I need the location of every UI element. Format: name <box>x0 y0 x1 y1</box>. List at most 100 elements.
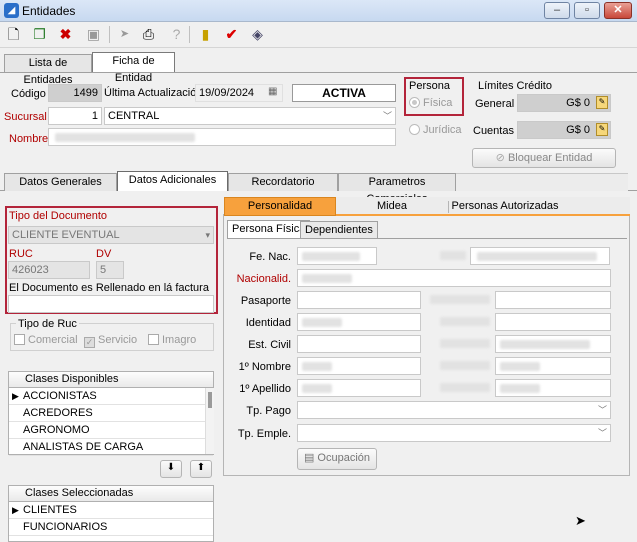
tipo-documento-select[interactable]: CLIENTE EVENTUAL ▾ <box>8 226 214 244</box>
print-icon[interactable]: ⎙ <box>138 24 159 45</box>
chevron-down-icon: ﹀ <box>597 405 607 415</box>
check-icon[interactable]: ✔ <box>221 24 242 45</box>
tab-lista-entidades[interactable]: Lista de Entidades <box>4 54 92 86</box>
tp-pago-label: Tp. Pago <box>246 405 291 417</box>
redacted-field[interactable] <box>470 247 610 265</box>
tab-datos-generales[interactable]: Datos Generales <box>4 173 117 191</box>
ocupacion-button[interactable]: ▤ Ocupación <box>297 448 377 470</box>
redacted-label <box>440 383 490 392</box>
mouse-cursor-icon: ➤ <box>575 513 586 528</box>
scrollbar[interactable] <box>205 388 214 454</box>
sucursal-number-field[interactable]: 1 <box>48 107 102 125</box>
chevron-down-icon: ﹀ <box>382 111 392 121</box>
edit-icon[interactable]: ✎ <box>596 96 608 109</box>
calendar-icon[interactable]: ▦ <box>268 86 277 97</box>
block-icon: ⊘ <box>495 152 508 164</box>
persona-fisica-radio[interactable]: Física <box>409 97 452 109</box>
nombre-field[interactable] <box>48 128 396 146</box>
checkbox-icon <box>148 334 159 345</box>
tp-pago-select[interactable]: ﹀ <box>297 401 611 419</box>
est-civil-select[interactable] <box>297 335 421 353</box>
list-item-label: ACREDORES <box>23 407 93 419</box>
bloquear-entidad-button[interactable]: ⊘ Bloquear Entidad <box>472 148 616 168</box>
tab-recordatorio[interactable]: Recordatorio <box>228 173 338 191</box>
tab-strip-filler <box>456 173 628 191</box>
redacted-field[interactable] <box>495 313 611 331</box>
save-icon[interactable]: ▣ <box>83 24 104 45</box>
redacted-field[interactable] <box>495 357 611 375</box>
minimize-button[interactable]: – <box>544 2 570 19</box>
est-civil-label: Est. Civil <box>248 339 291 351</box>
primer-nombre-field[interactable] <box>297 357 421 375</box>
nacionalid-label: Nacionalid. <box>236 273 291 285</box>
tab-personalidad[interactable]: Personalidad <box>224 197 336 216</box>
redacted-select[interactable] <box>495 335 611 353</box>
identidad-field[interactable] <box>297 313 421 331</box>
sucursal-select-value: CENTRAL <box>108 110 160 122</box>
list-item[interactable]: AGRONOMO <box>9 422 213 439</box>
edit-icon[interactable]: ✎ <box>596 123 608 136</box>
toolbar-separator <box>189 26 190 43</box>
help-icon[interactable]: ? <box>166 24 187 45</box>
codigo-field[interactable]: 1499 <box>48 84 102 102</box>
redacted-text <box>302 384 332 393</box>
servicio-label: Servicio <box>98 334 138 346</box>
tab-dependientes[interactable]: Dependientes <box>300 221 378 239</box>
rellenado-field[interactable] <box>8 295 214 313</box>
sucursal-select[interactable]: CENTRAL ﹀ <box>104 107 396 125</box>
scrollbar-thumb[interactable] <box>208 392 212 408</box>
tab-persona-fisica[interactable]: Persona Física <box>227 220 311 238</box>
radio-icon <box>409 97 420 108</box>
imagro-checkbox[interactable]: Imagro <box>148 334 196 346</box>
persona-juridica-label: Jurídica <box>423 124 462 136</box>
tab-midea[interactable]: Midea <box>336 200 448 212</box>
clases-seleccionadas-header: Clases Seleccionadas <box>9 486 213 502</box>
arrow-icon[interactable]: ➤ <box>114 24 135 45</box>
sucursal-label: Sucursal <box>4 111 47 123</box>
clases-disponibles-header: Clases Disponibles <box>9 372 213 388</box>
add-clase-button[interactable]: ⬇ <box>160 460 182 478</box>
clases-seleccionadas-grid[interactable]: Clases Seleccionadas ▶ CLIENTES FUNCIONAR… <box>8 485 214 542</box>
persona-title: Persona <box>409 80 450 92</box>
eraser-icon[interactable]: ◈ <box>247 24 268 45</box>
clases-disponibles-grid[interactable]: Clases Disponibles ▶ ACCIONISTAS ACREDORE… <box>8 371 214 456</box>
list-item[interactable]: ▶ CLIENTES <box>9 502 213 519</box>
checkbox-checked-icon: ✓ <box>84 337 95 348</box>
up-arrow-icon: ⬆ <box>196 462 206 473</box>
ruc-label: RUC <box>9 248 33 260</box>
redacted-text <box>302 362 332 371</box>
redacted-text <box>55 133 195 142</box>
fe-nac-field[interactable] <box>297 247 377 265</box>
list-item[interactable]: FUNCIONARIOS <box>9 519 213 536</box>
tab-datos-adicionales[interactable]: Datos Adicionales <box>117 171 228 191</box>
tab-ficha-entidad[interactable]: Ficha de Entidad <box>92 52 175 84</box>
dv-field[interactable]: 5 <box>96 261 124 279</box>
tp-emple-select[interactable]: ﹀ <box>297 424 611 442</box>
redacted-field[interactable] <box>495 291 611 309</box>
ruc-field[interactable]: 426023 <box>8 261 90 279</box>
list-item[interactable]: ACREDORES <box>9 405 213 422</box>
primer-apellido-field[interactable] <box>297 379 421 397</box>
remove-clase-button[interactable]: ⬆ <box>190 460 212 478</box>
comercial-checkbox[interactable]: Comercial <box>14 334 78 346</box>
comercial-label: Comercial <box>28 334 78 346</box>
app-icon: ◢ <box>4 3 19 18</box>
exit-icon[interactable]: ▮ <box>195 24 216 45</box>
close-button[interactable]: ✕ <box>604 2 632 19</box>
copy-icon[interactable]: ❐ <box>29 24 50 45</box>
window-title: Entidades <box>22 4 76 18</box>
nacionalid-select[interactable] <box>297 269 611 287</box>
servicio-checkbox[interactable]: ✓ Servicio <box>84 334 137 348</box>
maximize-button[interactable]: ▫ <box>574 2 600 19</box>
list-item[interactable]: ▶ ACCIONISTAS <box>9 388 213 405</box>
list-item[interactable]: ANALISTAS DE CARGA <box>9 439 213 456</box>
delete-icon[interactable]: ✖ <box>55 24 76 45</box>
persona-juridica-radio[interactable]: Jurídica <box>409 124 462 136</box>
new-icon[interactable]: 🗋 <box>3 24 24 45</box>
list-item-label: FUNCIONARIOS <box>23 521 108 533</box>
chevron-down-icon: ﹀ <box>597 428 607 438</box>
tab-personas-autorizadas[interactable]: Personas Autorizadas <box>449 200 561 212</box>
tab-parametros-comerciales[interactable]: Parametros Comerciales <box>338 173 456 205</box>
redacted-field[interactable] <box>495 379 611 397</box>
pasaporte-field[interactable] <box>297 291 421 309</box>
